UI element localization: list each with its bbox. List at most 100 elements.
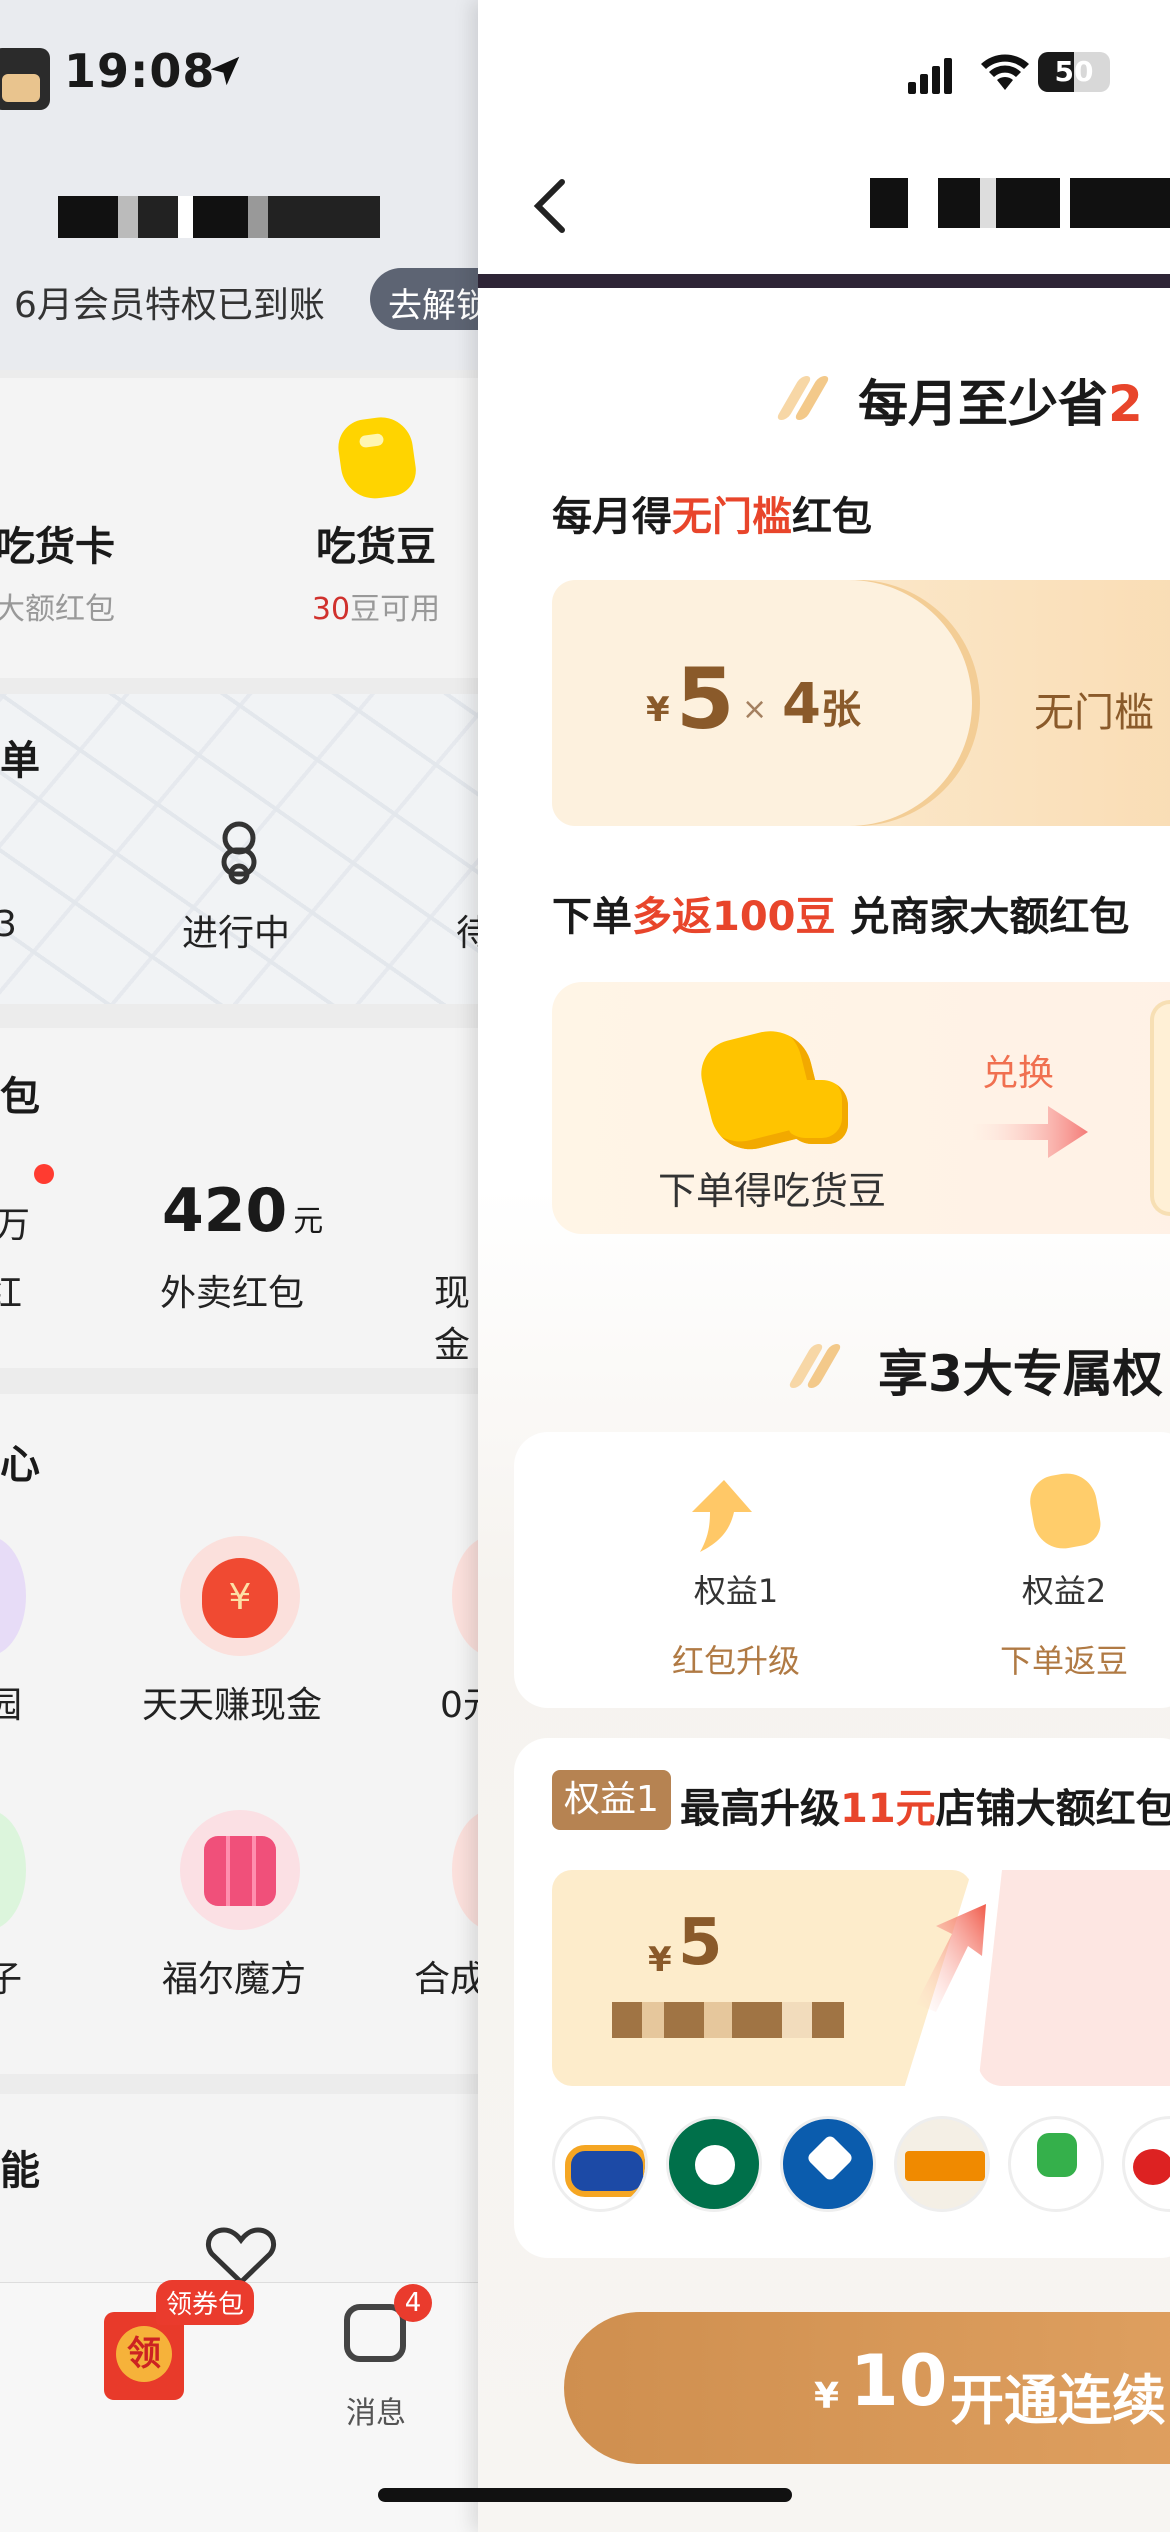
dicos-logo [1008, 2116, 1104, 2212]
exchange-arrow-icon [968, 1106, 1088, 1158]
perk-desc: 红包升级 [671, 1642, 800, 1680]
heart-plus-icon[interactable] [204, 2226, 278, 2286]
title-highlight: 2 [1108, 375, 1143, 433]
wallet-title: 包 [0, 1074, 40, 1120]
screen: 19:08 6月会员特权已到账 去解锁 吃货卡 大额红包 吃货豆 30豆可用 单… [0, 0, 1170, 2532]
wallet-right-label: 现金 [434, 1273, 471, 1366]
earn-cash-icon[interactable]: ¥ [180, 1536, 300, 1656]
orders-title: 单 [0, 738, 40, 784]
coupon-count: 4张 [782, 672, 861, 737]
order-status-in-progress[interactable]: 进行中 [182, 904, 290, 956]
upgrade-arrow-red-icon [916, 1904, 986, 2012]
section-title-monthly-savings: 每月至少省2 [858, 364, 1143, 436]
perk-name: 权益2 [1021, 1572, 1107, 1610]
section-title-exclusive-perks: 享3大专属权 [878, 1345, 1163, 1403]
notification-dot [34, 1164, 54, 1184]
activity-label: 园 [0, 1685, 23, 1726]
magic-cube-icon[interactable] [180, 1810, 300, 1930]
title-text: 最高升级 [680, 1786, 840, 1832]
status-time: 19:08 [64, 44, 216, 98]
title-text: 店铺大额红包 [935, 1786, 1170, 1832]
shop-coupon-value: 5 [678, 1906, 723, 1980]
cta-label: 开通连续 [950, 2369, 1166, 2432]
bean-suffix: 豆可用 [350, 592, 441, 627]
battery-percent: 50 [1054, 55, 1094, 88]
tools-title: 能 [0, 2148, 40, 2194]
cta-amount: 10 [850, 2340, 948, 2422]
upgrade-arrow-icon [692, 1480, 752, 1552]
coupon-times: × [742, 692, 768, 727]
yoshinoya-logo [894, 2116, 990, 2212]
activity-label: 天天赚现金 [142, 1685, 323, 1726]
coupon-pack-tab-icon[interactable] [104, 2312, 184, 2400]
cube-glyph [204, 1836, 276, 1906]
subscribe-button[interactable]: ¥ 10 开通连续 [564, 2312, 1170, 2464]
foodie-card-icon [0, 48, 50, 110]
wallet-redpacket-amount[interactable]: 420 元 [162, 1176, 323, 1246]
cta-currency: ¥ [814, 2376, 840, 2417]
activity-label: 福尔魔方 [162, 1959, 307, 2000]
back-chevron-icon[interactable] [530, 176, 570, 236]
count-unit: 张 [820, 687, 861, 733]
starbucks-logo [666, 2116, 762, 2212]
coupon-pack-badge: 领券包 [156, 2280, 255, 2325]
activity-label: 合成 [414, 1959, 478, 2000]
activity-label: 0元 [440, 1685, 478, 1726]
order-status-left[interactable]: 3 [0, 904, 17, 945]
asset-foodie-card[interactable]: 吃货卡 大额红包 [0, 514, 120, 628]
title-decoration [775, 376, 832, 420]
message-count-badge: 4 [394, 2284, 432, 2322]
perk-item-1[interactable]: 权益1 红包升级 [636, 1566, 836, 1682]
foodie-bean-small-icon [786, 1080, 848, 1144]
asset-title: 吃货豆 [316, 524, 436, 570]
title-highlight: 11元 [840, 1786, 936, 1832]
bean-count: 30 [311, 592, 351, 627]
membership-page: 50 每月至少省2 每月得无门槛红包 ¥ 5 × 4张 无门槛 下单多返100豆… [478, 0, 1170, 2532]
exchange-target-card [1150, 1000, 1170, 1216]
earn-beans-label: 下单得吃货豆 [658, 1169, 887, 1213]
member-privilege-text: 6月会员特权已到账 [14, 285, 325, 326]
perk-item-2[interactable]: 权益2 下单返豆 [964, 1566, 1164, 1682]
asset-title: 吃货卡 [0, 524, 115, 570]
beans-heading: 下单多返100豆 兑商家大额红包 [552, 884, 1129, 942]
wallet-left-label: 红 [0, 1273, 23, 1314]
unlock-button[interactable]: 去解锁 [370, 268, 478, 330]
heading-highlight: 无门槛 [672, 494, 792, 540]
activity-center-title: 心 [0, 1442, 40, 1488]
order-status-right[interactable]: 待 [456, 904, 478, 956]
amount-value: 420 [162, 1176, 288, 1246]
asset-foodie-beans[interactable]: 吃货豆 30豆可用 [296, 514, 456, 628]
money-bag-glyph: ¥ [202, 1558, 278, 1638]
scooter-icon [221, 821, 257, 885]
dominos-logo [780, 2116, 876, 2212]
masked-shop-coupon-text [612, 2002, 844, 2038]
message-tab-label[interactable]: 消息 [346, 2388, 406, 2432]
wifi-icon [981, 54, 1029, 90]
background-profile-page: 19:08 6月会员特权已到账 去解锁 吃货卡 大额红包 吃货豆 30豆可用 单… [0, 0, 478, 2532]
perk-badge: 权益1 [552, 1770, 671, 1830]
cellular-signal-icon [908, 58, 952, 94]
count-value: 4 [782, 672, 821, 737]
burger-king-logo [552, 2116, 648, 2212]
heading-text: 每月得 [552, 494, 672, 540]
shop-coupon-currency: ¥ [648, 1940, 672, 1980]
masked-username [58, 196, 380, 238]
home-indicator[interactable] [378, 2488, 792, 2502]
perk-detail-title: 最高升级11元店铺大额红包 [680, 1776, 1170, 1834]
wallet-left-value[interactable]: 万 [0, 1196, 30, 1248]
perk-desc: 下单返豆 [999, 1642, 1128, 1680]
masked-page-title [870, 178, 1170, 228]
heading-text: 红包 [792, 494, 872, 540]
wallet-redpacket-label: 外卖红包 [160, 1273, 305, 1314]
heading-text: 下单 [552, 894, 632, 940]
asset-sub: 30豆可用 [296, 584, 456, 628]
battery-icon: 50 [1038, 52, 1110, 92]
title-text: 每月至少省 [858, 375, 1108, 433]
asset-sub: 大额红包 [0, 592, 115, 627]
upgraded-coupon-preview [978, 1870, 1170, 2086]
heading-highlight: 多返100豆 [632, 894, 836, 940]
amount-unit: 元 [293, 1204, 324, 1239]
coupon-value: 5 [676, 650, 735, 748]
coupon-currency: ¥ [646, 690, 670, 730]
activity-label: 子 [0, 1959, 23, 2000]
